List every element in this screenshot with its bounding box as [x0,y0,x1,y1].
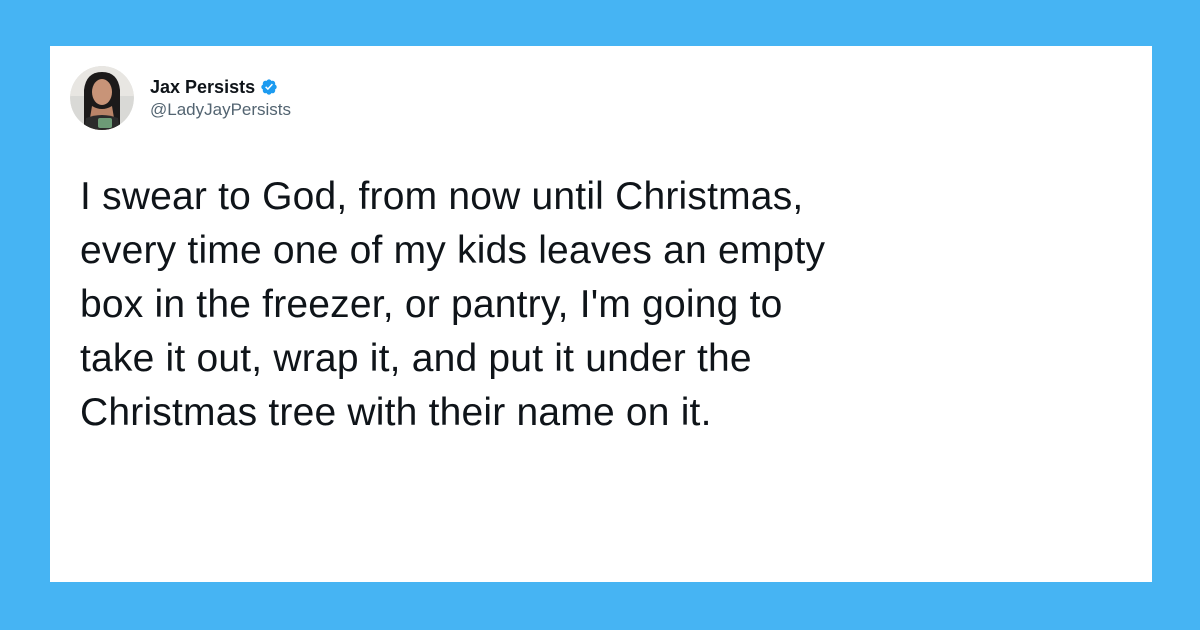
tweet-text: I swear to God, from now until Christmas… [80,175,826,434]
user-handle[interactable]: @LadyJayPersists [150,99,291,121]
profile-photo-icon [70,66,134,130]
display-name[interactable]: Jax Persists [150,76,255,98]
tweet-card: Jax Persists @LadyJayPersists I swear to… [50,46,1152,582]
tweet-header: Jax Persists @LadyJayPersists [70,66,291,130]
user-info: Jax Persists @LadyJayPersists [150,76,291,121]
name-row: Jax Persists [150,76,291,98]
page-background: Jax Persists @LadyJayPersists I swear to… [0,0,1200,630]
verified-badge-icon [260,78,278,96]
avatar[interactable] [70,66,134,130]
